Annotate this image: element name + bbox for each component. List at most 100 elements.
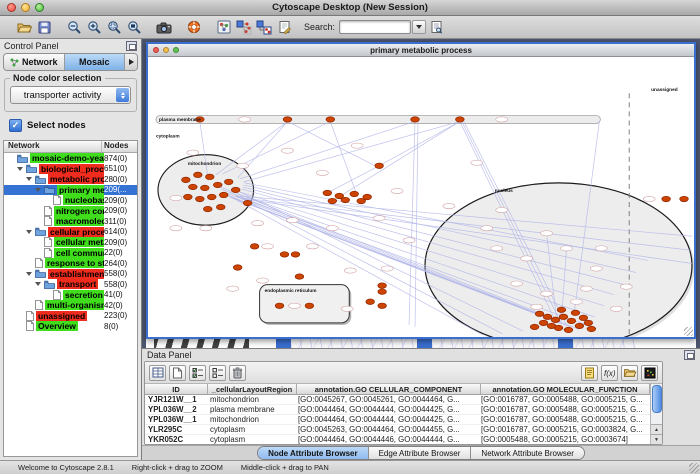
zoom-selected-button[interactable] bbox=[104, 18, 124, 36]
column-header-id[interactable]: ID bbox=[145, 384, 208, 394]
tree-row[interactable]: primary metabolic209(... bbox=[4, 185, 137, 196]
scroll-down-button[interactable]: ▼ bbox=[651, 434, 662, 444]
network-node[interactable] bbox=[216, 204, 225, 209]
tree-row[interactable]: unassigned223(0) bbox=[4, 311, 137, 322]
tree-row[interactable]: response to stimulu264(0) bbox=[4, 258, 137, 269]
select-nodes-checkbox[interactable]: ✓ bbox=[9, 119, 22, 132]
network-node[interactable] bbox=[363, 194, 372, 199]
column-header-molecular-function[interactable]: annotation.GO MOLECULAR_FUNCTION bbox=[481, 384, 650, 394]
tree-row[interactable]: metabolic process280(0) bbox=[4, 174, 137, 185]
window-resize-grip[interactable] bbox=[689, 463, 699, 473]
vizmapper-button[interactable] bbox=[214, 18, 234, 36]
table-row[interactable]: YKR052Ccytoplasm[GO:0044464, GO:0044446,… bbox=[145, 435, 650, 444]
network-canvas[interactable]: plasma membrane cytoplasm mitochondrion … bbox=[148, 57, 694, 337]
network-node[interactable] bbox=[543, 314, 552, 319]
tree-row[interactable]: Overview8(0) bbox=[4, 321, 137, 332]
layout-region-button[interactable] bbox=[254, 18, 274, 36]
tree-row[interactable]: biological_process651(0) bbox=[4, 164, 137, 175]
create-attribute-button[interactable] bbox=[169, 365, 186, 381]
network-node[interactable] bbox=[182, 177, 191, 182]
tree-expand-arrow[interactable] bbox=[25, 177, 33, 181]
float-panel-icon[interactable] bbox=[684, 350, 695, 360]
table-scrollbar[interactable]: ▲ ▼ bbox=[650, 384, 662, 444]
matrix-button[interactable] bbox=[641, 365, 658, 381]
network-node[interactable] bbox=[579, 315, 588, 320]
nucleus-region[interactable] bbox=[425, 183, 692, 337]
column-header-region[interactable]: _cellularLayoutRegion bbox=[208, 384, 297, 394]
network-node[interactable] bbox=[328, 198, 337, 203]
network-node[interactable] bbox=[326, 117, 335, 122]
network-node[interactable] bbox=[275, 303, 284, 308]
tree-expand-arrow[interactable] bbox=[16, 167, 24, 171]
network-node[interactable] bbox=[584, 320, 593, 325]
column-header-cellular-component[interactable]: annotation.GO CELLULAR_COMPONENT bbox=[297, 384, 481, 394]
tree-row[interactable]: establishment of lo558(0) bbox=[4, 269, 137, 280]
tree-expand-arrow[interactable] bbox=[25, 272, 33, 276]
tree-expand-arrow[interactable] bbox=[34, 282, 42, 286]
minimize-button[interactable] bbox=[163, 47, 169, 53]
open-session-button[interactable] bbox=[14, 18, 34, 36]
table-row[interactable]: YLR295Ccytoplasm[GO:0045263, GO:0044464,… bbox=[145, 425, 650, 435]
network-node[interactable] bbox=[587, 326, 596, 331]
tabs-overflow-button[interactable] bbox=[125, 54, 137, 70]
table-row[interactable]: YPL036W__1mitochondrion[GO:0044464, GO:0… bbox=[145, 415, 650, 425]
network-node[interactable] bbox=[557, 307, 566, 312]
tree-row[interactable]: transport558(0) bbox=[4, 279, 137, 290]
network-node[interactable] bbox=[205, 174, 214, 179]
select-attributes-button[interactable] bbox=[189, 365, 206, 381]
minimize-button[interactable] bbox=[21, 3, 30, 12]
network-node[interactable] bbox=[680, 196, 689, 201]
network-node[interactable] bbox=[575, 323, 584, 328]
tab-network[interactable]: Network bbox=[4, 54, 65, 70]
tree-expand-arrow[interactable] bbox=[34, 188, 42, 192]
save-session-button[interactable] bbox=[34, 18, 54, 36]
network-node[interactable] bbox=[539, 320, 548, 325]
network-node[interactable] bbox=[194, 172, 203, 177]
network-node[interactable] bbox=[283, 117, 292, 122]
label-button[interactable] bbox=[581, 365, 598, 381]
tree-row[interactable]: mosaic-demo-yeast874(0) bbox=[4, 153, 137, 164]
network-node[interactable] bbox=[530, 324, 539, 329]
unselect-attributes-button[interactable] bbox=[209, 365, 226, 381]
scroll-up-button[interactable]: ▲ bbox=[651, 424, 662, 434]
window-resize-grip[interactable] bbox=[684, 327, 693, 336]
tree-row[interactable]: secretion41(0) bbox=[4, 290, 137, 301]
tab-node-attribute-browser[interactable]: Node Attribute Browser bbox=[258, 447, 369, 459]
network-node[interactable] bbox=[201, 185, 210, 190]
network-node[interactable] bbox=[196, 196, 205, 201]
network-node[interactable] bbox=[551, 317, 560, 322]
search-dropdown-button[interactable] bbox=[412, 20, 426, 34]
zoom-button[interactable] bbox=[173, 47, 179, 53]
network-node[interactable] bbox=[224, 179, 233, 184]
network-node[interactable] bbox=[378, 283, 387, 288]
network-node[interactable] bbox=[231, 187, 240, 192]
float-panel-icon[interactable] bbox=[126, 41, 137, 51]
network-node[interactable] bbox=[350, 191, 359, 196]
network-node[interactable] bbox=[233, 265, 242, 270]
network-view-titlebar[interactable]: primary metabolic process bbox=[148, 44, 694, 57]
tree-column-nodes[interactable]: Nodes bbox=[102, 141, 137, 152]
tab-network-attribute-browser[interactable]: Network Attribute Browser bbox=[471, 447, 583, 459]
network-node[interactable] bbox=[213, 182, 222, 187]
tree-column-network[interactable]: Network bbox=[4, 141, 102, 152]
tree-row[interactable]: cellular metabo209(0) bbox=[4, 237, 137, 248]
network-node[interactable] bbox=[547, 323, 556, 328]
network-node[interactable] bbox=[571, 310, 580, 315]
network-node[interactable] bbox=[189, 184, 198, 189]
network-node[interactable] bbox=[341, 197, 350, 202]
close-button[interactable] bbox=[153, 47, 159, 53]
delete-attribute-button[interactable] bbox=[229, 365, 246, 381]
network-node[interactable] bbox=[375, 163, 384, 168]
tree-expand-arrow[interactable] bbox=[25, 230, 33, 234]
snapshot-button[interactable] bbox=[154, 18, 174, 36]
network-node[interactable] bbox=[280, 252, 289, 257]
network-node[interactable] bbox=[378, 289, 387, 294]
network-node[interactable] bbox=[564, 327, 573, 332]
network-node[interactable] bbox=[250, 244, 259, 249]
layout-network-button[interactable] bbox=[234, 18, 254, 36]
attribute-table-button[interactable] bbox=[149, 365, 166, 381]
annotation-button[interactable] bbox=[274, 18, 294, 36]
zoom-in-button[interactable] bbox=[84, 18, 104, 36]
zoom-out-button[interactable] bbox=[64, 18, 84, 36]
network-node[interactable] bbox=[203, 206, 212, 211]
